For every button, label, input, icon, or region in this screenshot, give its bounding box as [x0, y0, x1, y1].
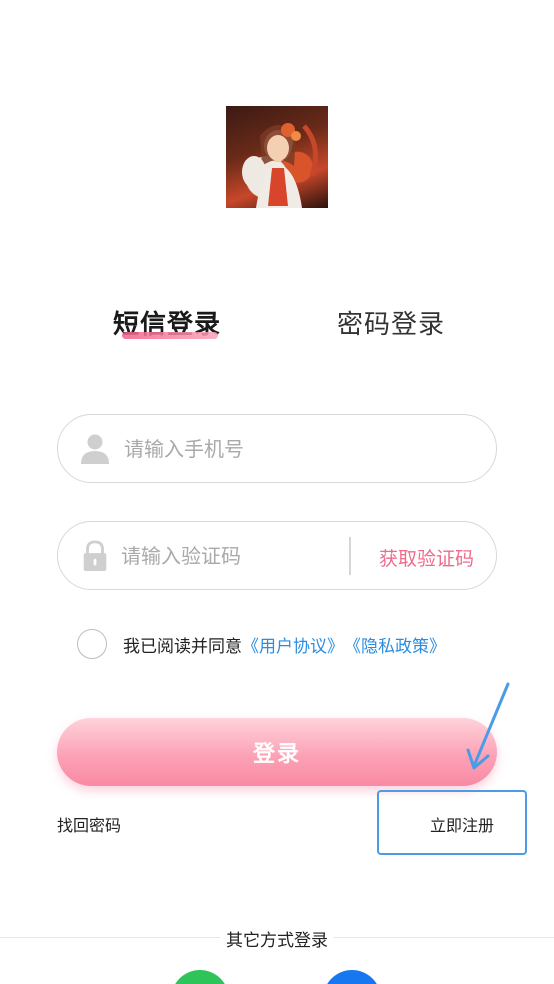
user-icon [81, 434, 109, 464]
annotation-arrow-icon [466, 682, 510, 770]
phone-input[interactable] [124, 415, 384, 482]
annotation-highlight-box [377, 790, 527, 855]
other-login-title-text: 其它方式登录 [220, 931, 334, 951]
agreement-checkbox[interactable] [77, 629, 107, 659]
other-login-title: 其它方式登录 [0, 926, 554, 951]
login-button[interactable]: 登录 [57, 718, 497, 786]
active-tab-underline [122, 332, 218, 339]
get-code-button[interactable]: 获取验证码 [379, 544, 474, 571]
app-logo [226, 106, 328, 208]
forgot-password-link[interactable]: 找回密码 [57, 812, 121, 836]
user-agreement-link[interactable]: 《用户协议》 [242, 632, 344, 657]
app-logo-illustration [242, 123, 319, 208]
phone-field [57, 414, 497, 483]
code-input[interactable] [121, 522, 341, 589]
code-field: 获取验证码 [57, 521, 497, 590]
privacy-policy-link[interactable]: 《隐私政策》 [344, 632, 446, 657]
lock-icon [83, 540, 107, 572]
agreement-row: 我已阅读并同意 《用户协议》 《隐私政策》 [77, 629, 446, 659]
tab-password-login[interactable]: 密码登录 [337, 304, 445, 341]
wechat-icon[interactable] [171, 970, 229, 984]
field-divider [349, 537, 351, 575]
agreement-text: 我已阅读并同意 [123, 636, 242, 657]
qq-icon[interactable] [323, 970, 381, 984]
